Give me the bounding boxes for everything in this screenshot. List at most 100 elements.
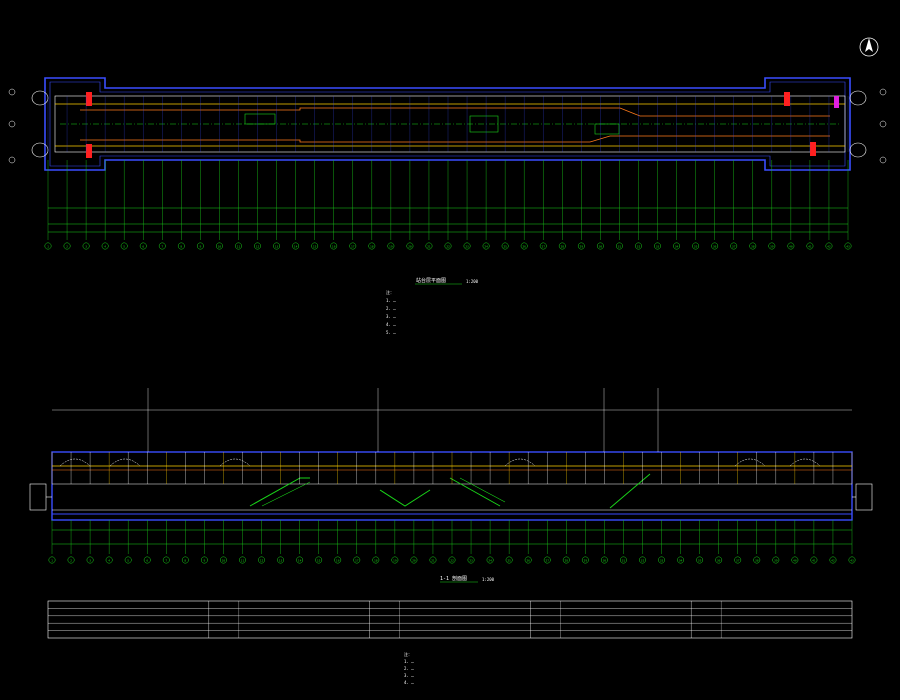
plan-note-line: 4. … (386, 322, 396, 327)
plan-note-line: 5. … (386, 330, 396, 335)
axis-label: 34 (679, 558, 683, 562)
axis-label: 43 (850, 558, 854, 562)
axis-label: 40 (789, 244, 793, 248)
axis-label: 25 (503, 244, 507, 248)
axis-label: 37 (732, 244, 736, 248)
axis-label: 22 (450, 558, 454, 562)
axis-label: 35 (694, 244, 698, 248)
axis-label: 25 (507, 558, 511, 562)
footer-note-line: 3. … (404, 673, 414, 678)
axis-label: 14 (294, 244, 298, 248)
axis-label: 5 (127, 558, 129, 562)
axis-label: 7 (165, 558, 167, 562)
axis-label: 36 (713, 244, 717, 248)
axis-label: 38 (755, 558, 759, 562)
footer-note-line: 2. … (404, 666, 414, 671)
plan-view: 1 2 3 4 5 6 7 8 9 10 11 12 13 14 15 16 17 18 19 20 21 22 23 24 2… (8, 77, 887, 335)
axis-label: 31 (622, 558, 626, 562)
schedule-table (47, 600, 853, 639)
cad-drawing-canvas: 1 2 3 4 5 6 7 8 9 10 11 12 13 14 15 16 17 18 19 20 21 22 23 24 2… (8, 37, 887, 685)
axis-label: 28 (560, 244, 564, 248)
plan-scale: 1:200 (466, 279, 479, 284)
plan-note-line: 3. … (386, 314, 396, 319)
axis-label: 6 (146, 558, 148, 562)
axis-label: 13 (275, 244, 279, 248)
axis-label: 32 (641, 558, 645, 562)
plan-notes: 注： 1. … 2. … 3. … 4. … 5. … (386, 289, 396, 335)
axis-label: 30 (599, 244, 603, 248)
axis-label: 20 (408, 244, 412, 248)
axis-label: 12 (260, 558, 264, 562)
axis-label: 42 (827, 244, 831, 248)
axis-label: 12 (256, 244, 260, 248)
axis-label: 23 (465, 244, 469, 248)
axis-label: 20 (412, 558, 416, 562)
axis-label: 15 (313, 244, 317, 248)
schedule-frame (47, 600, 853, 639)
axis-label: 27 (541, 244, 545, 248)
axis-label: 28 (564, 558, 568, 562)
axis-label: 5 (123, 244, 125, 248)
section-scale: 1:200 (482, 577, 495, 582)
axis-label: 14 (298, 558, 302, 562)
axis-label: 10 (222, 558, 226, 562)
axis-label: 38 (751, 244, 755, 248)
axis-label: 15 (317, 558, 321, 562)
axis-label: 39 (770, 244, 774, 248)
section-arches (59, 458, 821, 467)
axis-label: 21 (431, 558, 435, 562)
axis-label: 24 (484, 244, 488, 248)
axis-label: 36 (717, 558, 721, 562)
axis-label: 18 (374, 558, 378, 562)
axis-label: 26 (526, 558, 530, 562)
axis-label: 33 (660, 558, 664, 562)
footer-note-line: 注： (404, 651, 412, 657)
axis-label: 1 (47, 244, 49, 248)
axis-label: 16 (336, 558, 340, 562)
axis-label: 29 (580, 244, 584, 248)
axis-label: 8 (180, 244, 182, 248)
footer-note-line: 4. … (404, 680, 414, 685)
axis-label: 16 (332, 244, 336, 248)
axis-label: 7 (161, 244, 163, 248)
section-axis-grid: 1 2 3 4 5 6 7 8 9 10 11 12 13 14 15 16 17 18 19 20 21 22 23 24 2… (48, 452, 856, 564)
axis-label: 22 (446, 244, 450, 248)
plan-title: 站台层平面图 (416, 277, 446, 284)
axis-label: 31 (618, 244, 622, 248)
axis-label: 23 (469, 558, 473, 562)
axis-label: 11 (237, 244, 241, 248)
axis-label: 42 (831, 558, 835, 562)
axis-label: 11 (241, 558, 245, 562)
axis-label: 37 (736, 558, 740, 562)
axis-label: 19 (389, 244, 393, 248)
axis-label: 1 (51, 558, 53, 562)
axis-label: 19 (393, 558, 397, 562)
plan-note-line: 注： (386, 289, 394, 295)
north-arrow-icon (859, 37, 879, 57)
axis-label: 35 (698, 558, 702, 562)
axis-label: 13 (279, 558, 283, 562)
plan-note-line: 2. … (386, 306, 396, 311)
axis-label: 9 (203, 558, 205, 562)
axis-label: 24 (488, 558, 492, 562)
axis-label: 17 (351, 244, 355, 248)
axis-label: 39 (774, 558, 778, 562)
section-view: 1 2 3 4 5 6 7 8 9 10 11 12 13 14 15 16 17 18 19 20 21 22 23 24 2… (29, 388, 873, 583)
axis-label: 18 (370, 244, 374, 248)
axis-label: 4 (108, 558, 110, 562)
axis-label: 2 (70, 558, 72, 562)
axis-label: 17 (355, 558, 359, 562)
axis-label: 3 (89, 558, 91, 562)
axis-label: 10 (218, 244, 222, 248)
axis-label: 41 (808, 244, 812, 248)
axis-label: 32 (637, 244, 641, 248)
plan-note-line: 1. … (386, 298, 396, 303)
axis-label: 6 (142, 244, 144, 248)
axis-label: 33 (656, 244, 660, 248)
axis-label: 34 (675, 244, 679, 248)
axis-label: 41 (812, 558, 816, 562)
axis-label: 43 (846, 244, 850, 248)
axis-label: 21 (427, 244, 431, 248)
axis-label: 30 (603, 558, 607, 562)
axis-label: 3 (85, 244, 87, 248)
